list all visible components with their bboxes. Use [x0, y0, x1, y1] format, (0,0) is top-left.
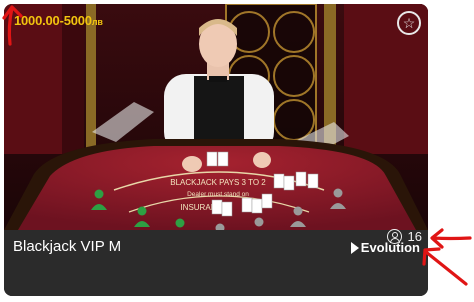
annotation-arrow-provider [422, 247, 468, 286]
provider-label: Evolution [350, 240, 420, 255]
favorite-star-button[interactable]: ☆ [397, 11, 421, 35]
live-table-scene: BLACKJACK PAYS 3 TO 2 Dealer must stand … [4, 4, 428, 230]
felt-pays-text: BLACKJACK PAYS 3 TO 2 [170, 178, 266, 187]
currency-label: лв [91, 17, 103, 27]
felt-stand-text: Dealer must stand on [187, 191, 249, 198]
game-card[interactable]: BLACKJACK PAYS 3 TO 2 Dealer must stand … [4, 4, 428, 296]
provider-name: Evolution [360, 240, 420, 255]
evolution-logo [350, 241, 359, 254]
game-title[interactable]: Blackjack VIP M [13, 238, 121, 255]
annotation-arrow-top [2, 5, 23, 46]
star-icon: ☆ [402, 15, 416, 31]
